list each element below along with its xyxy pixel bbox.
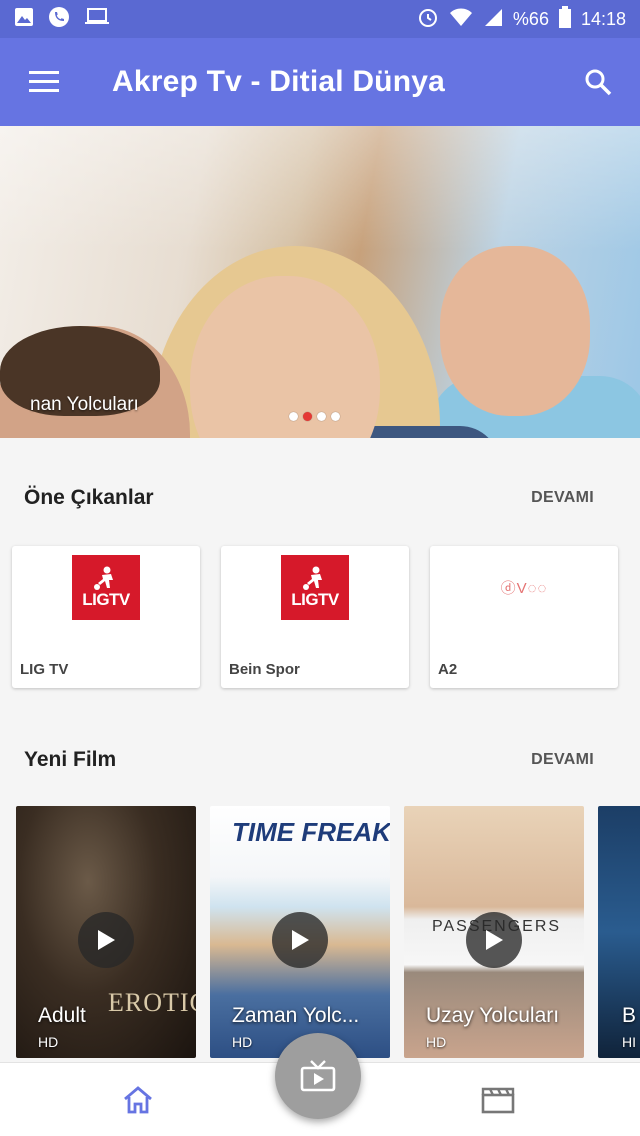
nav-home[interactable] [58,1063,218,1136]
hamburger-icon [29,71,59,92]
phone-icon [48,6,70,33]
home-icon [124,1086,152,1114]
live-tv-icon [300,1060,336,1092]
clock: 14:18 [580,8,626,29]
movie-list: EROTIC Adult HD TIME FREAK Zaman Yolc...… [0,806,640,1058]
carousel-dot-active[interactable] [303,412,312,421]
status-bar: %66 14:18 [0,0,640,38]
movie-title: Zaman Yolc... [232,1004,360,1027]
hero-overlay [0,126,640,438]
movie-quality: HD [232,1034,253,1050]
movie-quality: HD [426,1034,447,1050]
movie-card[interactable]: B HI [598,806,640,1058]
movie-quality: HD [38,1034,59,1050]
movie-title: Uzay Yolcuları [426,1004,560,1027]
channel-logo: ⓓV◌◌ [490,555,558,620]
play-icon [486,930,503,950]
channel-name: LIG TV [20,661,69,678]
movie-title: B [622,1004,637,1027]
channel-logo: LIGTV [72,555,140,620]
movies-title: Yeni Film [24,748,117,771]
play-button[interactable] [272,912,328,968]
battery-icon [558,5,571,33]
channel-card[interactable]: ⓓV◌◌ A2 [430,546,618,688]
signal-icon [483,7,503,32]
battery-percent: %66 [512,8,549,29]
movie-card[interactable]: TIME FREAK Zaman Yolc... HD [210,806,390,1058]
carousel-dot[interactable] [331,412,340,421]
channel-card[interactable]: LIGTV Bein Spor [221,546,409,688]
carousel-dot[interactable] [317,412,326,421]
channel-logo: LIGTV [281,555,349,620]
play-button[interactable] [466,912,522,968]
dv-logo: ⓓV◌◌ [500,580,548,597]
channel-list: LIGTV LIG TV LIGTV Bein Spor ⓓV◌◌ A2 [12,546,640,691]
search-button[interactable] [556,38,640,126]
carousel-dot[interactable] [289,412,298,421]
hero-banner[interactable]: nan Yolcuları [0,126,640,438]
movie-quality: HI [622,1034,636,1050]
movie-title: Adult [38,1004,86,1027]
movies-icon [481,1087,515,1114]
featured-section-header: Öne Çıkanlar DEVAMI [0,478,640,518]
menu-button[interactable] [0,38,88,126]
alarm-icon [417,6,439,33]
play-icon [98,930,115,950]
poster-title-text: TIME FREAK [232,817,390,847]
channel-card[interactable]: LIGTV LIG TV [12,546,200,688]
movie-card[interactable]: PASSENGERS Uzay Yolcuları HD [404,806,584,1058]
ligtv-logo: LIGTV [281,555,349,620]
movies-section-header: Yeni Film DEVAMI [0,740,640,780]
play-icon [292,930,309,950]
featured-more-link[interactable]: DEVAMI [531,489,594,507]
app-bar: Akrep Tv - Ditial Dünya [0,38,640,126]
channel-name: A2 [438,661,458,678]
movie-card[interactable]: EROTIC Adult HD [16,806,196,1058]
movies-more-link[interactable]: DEVAMI [531,751,594,769]
channel-name: Bein Spor [229,661,300,678]
app-title: Akrep Tv - Ditial Dünya [112,65,446,98]
search-icon [585,69,612,96]
laptop-icon [84,7,110,32]
live-tv-button[interactable] [275,1033,361,1119]
ligtv-logo: LIGTV [72,555,140,620]
wifi-icon [449,7,473,32]
play-button[interactable] [78,912,134,968]
featured-title: Öne Çıkanlar [24,486,154,509]
hero-caption: nan Yolcuları [30,394,139,415]
image-icon [14,7,34,32]
carousel-indicator [289,412,340,421]
poster-title-text: EROTIC [108,988,196,1017]
nav-movies[interactable] [418,1063,578,1136]
